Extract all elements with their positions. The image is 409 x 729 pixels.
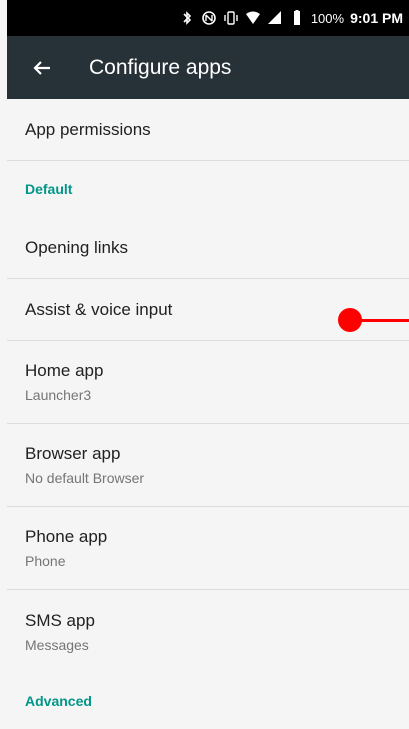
list-item-label: Browser app [25,444,121,463]
bluetooth-icon [183,11,191,25]
arrow-back-icon [33,60,50,75]
section-header-default: Default [25,181,73,197]
clock: 9:01 PM [350,10,403,26]
settings-list: App permissions Default Opening links As… [7,99,409,729]
status-bar: 100% 9:01 PM [7,0,409,36]
cell-signal-icon [267,11,281,24]
vibrate-icon [224,11,238,25]
back-button[interactable] [27,53,57,83]
list-item-label: Home app [25,361,104,380]
list-item-value: Launcher3 [25,387,92,403]
section-header-advanced: Advanced [25,693,92,709]
list-item-browser-app[interactable]: Browser app No default Browser [7,424,409,507]
list-item-value: Phone [25,553,66,569]
list-item-label: App permissions [25,119,151,139]
screen: 100% 9:01 PM Configure apps App permissi… [7,0,409,725]
battery-level: 100% [310,10,345,26]
list-item-opening-links[interactable]: Opening links [7,217,409,279]
battery-icon [293,10,300,25]
list-item-label: SMS app [25,610,95,630]
nfc-icon [202,11,216,25]
tap-indicator-dot [338,308,362,332]
list-item-phone-app[interactable]: Phone app Phone [7,507,409,590]
app-bar: Configure apps [7,36,409,99]
page-title: Configure apps [89,55,232,79]
list-item-label: Opening links [25,237,129,257]
list-item-label: Phone app [25,527,108,546]
wifi-icon [245,11,260,24]
list-item-value: No default Browser [25,470,145,486]
list-item-app-permissions[interactable]: App permissions [7,99,409,161]
list-item-sms-app[interactable]: SMS app Messages [7,590,409,673]
list-item-home-app[interactable]: Home app Launcher3 [7,341,409,424]
list-item-value: Messages [25,636,89,653]
